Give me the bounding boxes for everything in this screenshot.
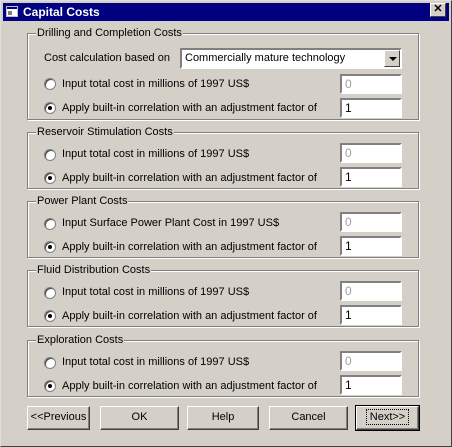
- power-plant-correlation-label: Apply built-in correlation with an adjus…: [62, 241, 317, 253]
- cost-calculation-label: Cost calculation based on: [44, 52, 170, 64]
- reservoir-total-cost-field[interactable]: 0: [340, 143, 402, 163]
- cancel-button[interactable]: Cancel: [269, 406, 348, 430]
- reservoir-adjustment-factor-field[interactable]: 1: [340, 167, 402, 187]
- title-bar[interactable]: Capital Costs: [3, 3, 449, 21]
- drilling-correlation-radio[interactable]: [44, 102, 56, 114]
- drilling-total-cost-field[interactable]: 0: [340, 74, 402, 94]
- fluid-adjustment-factor-field[interactable]: 1: [340, 305, 402, 325]
- group-legend: Drilling and Completion Costs: [36, 26, 183, 40]
- cost-calculation-select[interactable]: Commercially mature technology: [180, 48, 402, 69]
- power-plant-correlation-radio[interactable]: [44, 241, 56, 253]
- app-window-icon: [6, 6, 18, 17]
- exploration-total-cost-field[interactable]: 0: [340, 351, 402, 371]
- fluid-total-cost-field[interactable]: 0: [340, 281, 402, 301]
- reservoir-correlation-label: Apply built-in correlation with an adjus…: [62, 172, 317, 184]
- exploration-input-total-radio[interactable]: [44, 357, 56, 369]
- help-button[interactable]: Help: [187, 406, 259, 430]
- drilling-adjustment-factor-field[interactable]: 1: [340, 98, 402, 118]
- next-button[interactable]: Next>>: [355, 405, 420, 431]
- group-legend: Power Plant Costs: [36, 194, 129, 208]
- ok-button[interactable]: OK: [100, 406, 179, 430]
- power-plant-input-total-radio[interactable]: [44, 218, 56, 230]
- window-title: Capital Costs: [23, 5, 100, 19]
- dropdown-arrow-icon[interactable]: [384, 50, 400, 67]
- fluid-input-total-label: Input total cost in millions of 1997 US$: [62, 286, 250, 298]
- close-button[interactable]: ✕: [430, 3, 446, 17]
- exploration-correlation-label: Apply built-in correlation with an adjus…: [62, 380, 317, 392]
- reservoir-correlation-radio[interactable]: [44, 172, 56, 184]
- power-plant-adjustment-factor-field[interactable]: 1: [340, 236, 402, 256]
- exploration-adjustment-factor-field[interactable]: 1: [340, 375, 402, 395]
- exploration-correlation-radio[interactable]: [44, 380, 56, 392]
- close-icon: ✕: [433, 3, 443, 15]
- group-legend: Fluid Distribution Costs: [36, 263, 152, 277]
- cost-calculation-value: Commercially mature technology: [185, 52, 346, 64]
- drilling-input-total-label: Input total cost in millions of 1997 US$: [62, 78, 250, 90]
- drilling-input-total-radio[interactable]: [44, 78, 56, 90]
- drilling-correlation-label: Apply built-in correlation with an adjus…: [62, 102, 317, 114]
- fluid-correlation-radio[interactable]: [44, 310, 56, 322]
- power-plant-total-cost-field[interactable]: 0: [340, 212, 402, 232]
- fluid-input-total-radio[interactable]: [44, 287, 56, 299]
- group-legend: Exploration Costs: [36, 333, 125, 347]
- next-button-label: Next>>: [365, 409, 410, 425]
- reservoir-input-total-label: Input total cost in millions of 1997 US$: [62, 148, 250, 160]
- previous-button[interactable]: <<Previous: [27, 406, 90, 430]
- exploration-input-total-label: Input total cost in millions of 1997 US$: [62, 356, 250, 368]
- fluid-correlation-label: Apply built-in correlation with an adjus…: [62, 310, 317, 322]
- group-legend: Reservoir Stimulation Costs: [36, 125, 174, 139]
- reservoir-input-total-radio[interactable]: [44, 149, 56, 161]
- power-plant-input-total-label: Input Surface Power Plant Cost in 1997 U…: [62, 217, 280, 229]
